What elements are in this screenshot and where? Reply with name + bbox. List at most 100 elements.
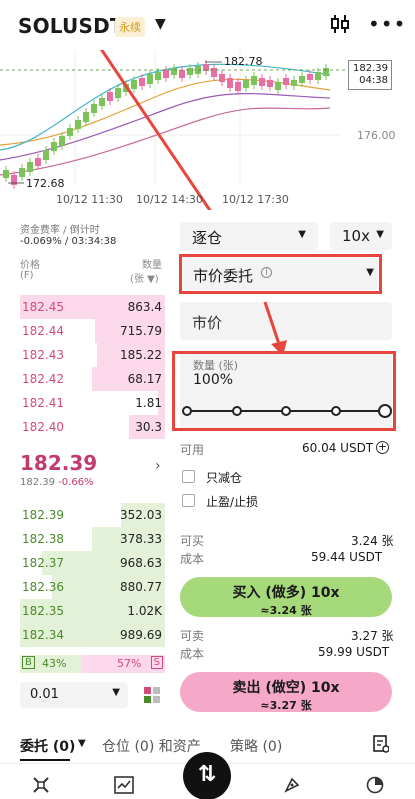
chart-high-label: 182.78 — [224, 55, 263, 68]
candle-body — [35, 158, 41, 166]
candle-body — [43, 150, 49, 160]
bid-price: 182.37 — [22, 556, 64, 570]
candle-body — [51, 142, 57, 151]
chevron-right-icon[interactable]: › — [155, 458, 161, 474]
buy-sell-ratio: B 43% 57% S — [20, 655, 165, 673]
reduce-only-label: 只减仓 — [206, 471, 243, 485]
candle-body — [275, 82, 281, 90]
ask-row[interactable]: 182.40 30.3 — [20, 415, 165, 439]
candle-body — [107, 92, 113, 101]
candle-body — [267, 80, 273, 87]
candle-body — [179, 70, 185, 78]
annotation-box-order-type — [179, 254, 382, 294]
funding-rate-label: 资金费率 / 倒计时 — [20, 225, 100, 236]
ask-price: 182.41 — [22, 396, 64, 410]
bid-row[interactable]: 182.36 880.77 — [20, 575, 165, 599]
market-icon[interactable] — [114, 776, 134, 798]
discover-icon[interactable] — [283, 776, 301, 798]
sell-ratio: 57% — [117, 657, 142, 670]
funding-rate-value: -0.069% / 03:34:38 — [20, 236, 117, 247]
candle-body — [291, 80, 297, 86]
precision-value: 0.01 — [30, 687, 59, 702]
sell-button-sub: ≈3.27 张 — [260, 699, 312, 712]
candle-body — [251, 76, 257, 85]
buy-long-button[interactable]: 买入 (做多) 10x ≈3.24 张 — [180, 577, 392, 617]
tab-positions[interactable]: 仓位 (0) 和资产 — [102, 736, 201, 756]
price-column-head: 价格 — [20, 260, 40, 271]
ask-row[interactable]: 182.45 863.4 — [20, 295, 165, 319]
bid-qty: 378.33 — [120, 532, 162, 546]
ask-row[interactable]: 182.41 1.81 — [20, 391, 165, 415]
assets-icon[interactable] — [366, 776, 384, 798]
caret-down-icon[interactable]: ▼ — [78, 738, 86, 749]
symbol-title[interactable]: SOLUSDT — [18, 14, 124, 38]
annotation-box-quantity — [172, 351, 396, 431]
ask-row[interactable]: 182.42 68.17 — [20, 367, 165, 391]
tp-sl-checkbox[interactable] — [182, 494, 195, 507]
candle-body — [91, 104, 97, 113]
add-funds-icon[interactable]: + — [376, 441, 389, 454]
candle-body — [227, 78, 233, 88]
symbol-dropdown-icon[interactable]: ▼ — [155, 16, 166, 32]
sell-short-button[interactable]: 卖出 (做空) 10x ≈3.27 张 — [180, 672, 392, 712]
bid-qty: 880.77 — [120, 580, 162, 594]
buy-cost-label: 成本 — [180, 552, 205, 566]
bid-price: 182.34 — [22, 628, 64, 642]
candle-body — [67, 128, 73, 136]
bid-qty: 352.03 — [120, 508, 162, 522]
bid-price: 182.38 — [22, 532, 64, 546]
candle-body — [243, 80, 249, 88]
can-buy-label: 可买 — [180, 534, 205, 548]
candle-body — [155, 72, 161, 80]
price-column-unit: (F) — [20, 270, 34, 281]
bid-price: 182.36 — [22, 580, 64, 594]
precision-select[interactable]: 0.01 ▼ — [20, 682, 128, 708]
candle-body — [139, 78, 145, 86]
home-icon[interactable] — [32, 776, 50, 798]
bid-row[interactable]: 182.35 1.02K — [20, 599, 165, 623]
candlestick-icon[interactable] — [330, 14, 350, 39]
leverage-select[interactable]: 10x ▼ — [330, 222, 392, 250]
candle-body — [27, 162, 33, 172]
chart-low-label: 172.68 — [26, 177, 65, 190]
ask-row[interactable]: 182.44 715.79 — [20, 319, 165, 343]
ask-row[interactable]: 182.43 185.22 — [20, 343, 165, 367]
tab-orders[interactable]: 委托 (0) — [20, 736, 75, 756]
caret-down-icon: ▼ — [112, 687, 120, 698]
ask-qty: 1.81 — [135, 396, 162, 410]
candle-body — [315, 72, 321, 80]
price-input-placeholder: 市价 — [192, 314, 223, 332]
reduce-only-checkbox[interactable] — [182, 470, 195, 483]
can-sell-label: 可卖 — [180, 629, 205, 643]
candle-body — [3, 170, 9, 178]
candle-body — [283, 78, 289, 85]
candle-body — [307, 74, 313, 80]
tab-strategy[interactable]: 策略 (0) — [230, 736, 282, 756]
qty-unit-dropdown[interactable]: (张 ▼) — [130, 270, 159, 285]
candle-body — [219, 74, 225, 82]
order-history-icon[interactable] — [373, 735, 390, 757]
margin-mode-select[interactable]: 逐仓 ▼ — [180, 222, 318, 250]
more-icon[interactable]: ••• — [368, 12, 406, 36]
buy-button-sub: ≈3.24 张 — [260, 604, 312, 617]
candle-body — [75, 120, 81, 129]
bid-row[interactable]: 182.39 352.03 — [20, 503, 165, 527]
bid-row[interactable]: 182.37 968.63 — [20, 551, 165, 575]
bid-row[interactable]: 182.38 378.33 — [20, 527, 165, 551]
axis-price-label: 176.00 — [357, 129, 396, 142]
ask-qty: 30.3 — [135, 420, 162, 434]
trade-icon[interactable]: ⇅ — [183, 752, 231, 799]
caret-down-icon: ▼ — [298, 229, 306, 240]
ask-price: 182.44 — [22, 324, 64, 338]
candle-body — [235, 82, 241, 91]
active-tab-indicator — [20, 759, 70, 761]
bid-row[interactable]: 182.34 989.69 — [20, 623, 165, 647]
candle-body — [171, 68, 177, 75]
depth-view-icon[interactable] — [143, 686, 161, 704]
available-label: 可用 — [180, 443, 205, 457]
candle-body — [83, 112, 89, 122]
can-buy-value: 3.24 张 — [351, 534, 394, 548]
margin-mode-value: 逐仓 — [192, 229, 223, 247]
available-value: 60.04 USDT — [302, 441, 374, 455]
ask-price: 182.42 — [22, 372, 64, 386]
